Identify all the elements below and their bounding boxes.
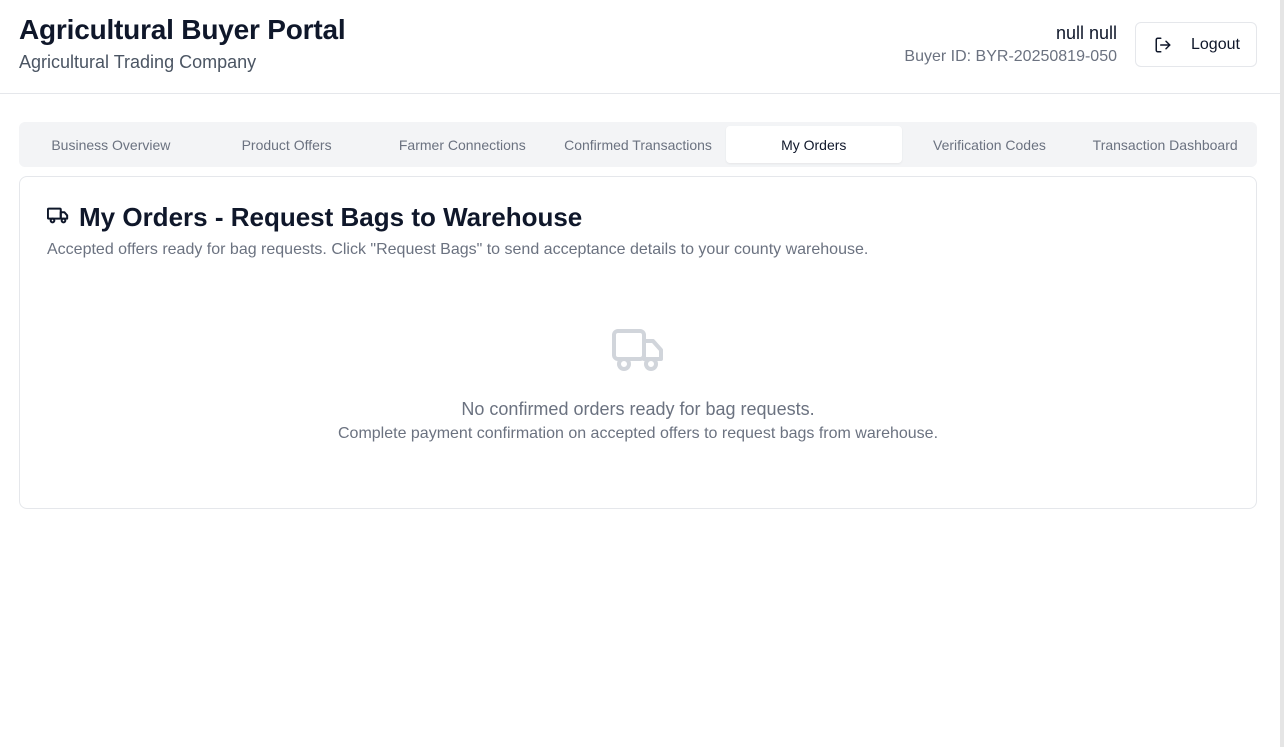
empty-state-subtitle: Complete payment confirmation on accepte…: [337, 425, 939, 442]
logout-label: Logout: [1191, 35, 1240, 53]
tab-product-offers[interactable]: Product Offers: [199, 126, 375, 163]
tab-confirmed-transactions[interactable]: Confirmed Transactions: [550, 126, 726, 163]
truck-icon: [612, 327, 664, 378]
app-title: Agricultural Buyer Portal: [19, 14, 346, 45]
tab-business-overview[interactable]: Business Overview: [23, 126, 199, 163]
buyer-id: Buyer ID: BYR-20250819-050: [904, 48, 1117, 65]
card-description: Accepted offers ready for bag requests. …: [47, 241, 869, 258]
tab-verification-codes[interactable]: Verification Codes: [902, 126, 1078, 163]
empty-state-title: No confirmed orders ready for bag reques…: [461, 399, 815, 419]
tab-farmer-connections[interactable]: Farmer Connections: [374, 126, 550, 163]
my-orders-card: My Orders - Request Bags to Warehouse Ac…: [19, 176, 1257, 509]
tab-my-orders[interactable]: My Orders: [725, 126, 902, 163]
window-edge: [1280, 0, 1284, 747]
logout-icon: [1154, 36, 1172, 54]
tab-transaction-dashboard[interactable]: Transaction Dashboard: [1077, 126, 1253, 163]
truck-icon: [46, 204, 69, 231]
brand: Agricultural Buyer Portal Agricultural T…: [19, 14, 346, 73]
empty-state: No confirmed orders ready for bag reques…: [20, 327, 1256, 444]
page: Agricultural Buyer Portal Agricultural T…: [0, 0, 1284, 747]
user-name: null null: [1055, 23, 1117, 43]
app-header: Agricultural Buyer Portal Agricultural T…: [0, 0, 1284, 94]
main-tabs: Business Overview Product Offers Farmer …: [19, 122, 1257, 167]
company-name: Agricultural Trading Company: [19, 52, 257, 72]
card-header: My Orders - Request Bags to Warehouse: [46, 201, 583, 233]
logout-button[interactable]: Logout: [1135, 22, 1257, 67]
card-title: My Orders - Request Bags to Warehouse: [79, 202, 583, 232]
user-info: null null Buyer ID: BYR-20250819-050: [904, 22, 1117, 67]
